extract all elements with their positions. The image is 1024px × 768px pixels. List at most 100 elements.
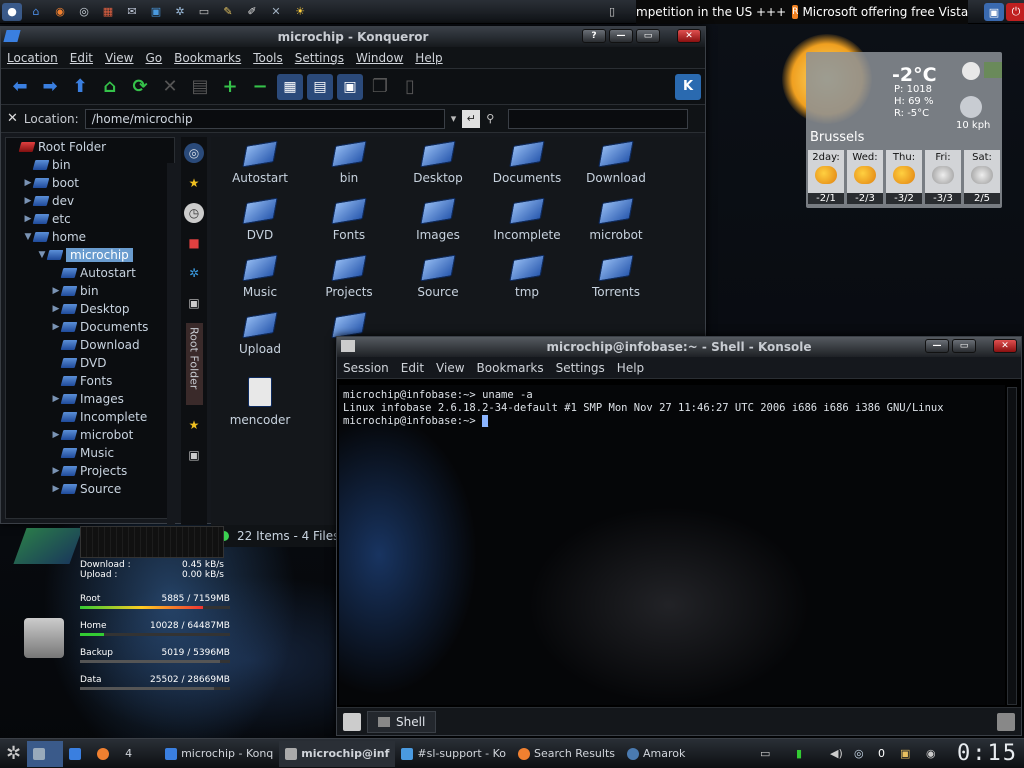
desktop-2-button[interactable]	[63, 741, 91, 767]
file-icon-item[interactable]: Upload	[215, 308, 305, 356]
desktop-1-button[interactable]	[27, 740, 64, 767]
file-icon-item[interactable]: Incomplete	[482, 194, 572, 242]
tree-item[interactable]: ▶ Images	[6, 390, 174, 408]
map-icon[interactable]	[984, 62, 1002, 78]
file-icon-item[interactable]: Autostart	[215, 137, 305, 185]
history-tab-icon[interactable]: ◷	[184, 203, 204, 223]
location-input[interactable]: /home/microchip	[84, 108, 445, 129]
task-konsole[interactable]: microchip@inf	[279, 740, 396, 767]
menu-go[interactable]: Go	[140, 51, 169, 65]
file-icon-item[interactable]: bin	[304, 137, 394, 185]
find-icon[interactable]: ⚲	[486, 112, 494, 125]
new-session-icon[interactable]	[343, 712, 361, 731]
terminal-scrollbar[interactable]	[1007, 387, 1017, 705]
menu-edit[interactable]: Edit	[395, 361, 430, 375]
bookmarks-tab-icon[interactable]: ◎	[184, 143, 204, 163]
tree-item[interactable]: DVD	[6, 354, 174, 372]
tab-shell[interactable]: Shell	[367, 710, 437, 733]
kmenu-icon[interactable]: ●	[2, 2, 22, 21]
go-icon[interactable]: ↵	[462, 109, 481, 128]
tree-item[interactable]: ▶ Projects	[6, 462, 174, 480]
clipboard-icon[interactable]: ▯	[602, 3, 622, 21]
firefox-launcher[interactable]	[91, 741, 119, 767]
menu-edit[interactable]: Edit	[64, 51, 99, 65]
logout-icon[interactable]: ⏻	[1006, 3, 1024, 21]
services-tab-icon[interactable]: ▣	[184, 293, 204, 313]
file-icon-item[interactable]: Source	[393, 251, 483, 299]
mail-icon[interactable]: ✉	[122, 3, 142, 21]
paint-icon[interactable]: ✎	[218, 3, 238, 21]
menu-bookmarks[interactable]: Bookmarks	[168, 51, 247, 65]
menu-help[interactable]: Help	[409, 51, 448, 65]
tree-item[interactable]: Root Folder	[6, 138, 174, 156]
forward-icon[interactable]: ➡	[37, 74, 63, 100]
maximize-button[interactable]: ▭	[636, 29, 660, 43]
file-icon-item[interactable]: Documents	[482, 137, 572, 185]
konsole-titlebar[interactable]: microchip@infobase:~ - Shell - Konsole —…	[337, 337, 1021, 357]
home-folder-tab-icon[interactable]: ■	[184, 233, 204, 253]
menu-window[interactable]: Window	[350, 51, 409, 65]
network-icon[interactable]: ✲	[170, 3, 190, 21]
window-menu-icon[interactable]	[341, 340, 355, 352]
help-button[interactable]: ?	[582, 29, 606, 43]
lock-icon[interactable]: ▣	[984, 3, 1004, 21]
copy-icon[interactable]: ❐	[367, 74, 393, 100]
back-icon[interactable]: ⬅	[7, 74, 33, 100]
tree-scrollbar[interactable]	[167, 163, 175, 525]
tree-item[interactable]: ▶ dev	[6, 192, 174, 210]
network-tab-icon[interactable]: ✲	[184, 263, 204, 283]
paste-icon[interactable]: ▯	[397, 74, 423, 100]
menu-help[interactable]: Help	[611, 361, 650, 375]
tree-item[interactable]: Incomplete	[6, 408, 174, 426]
find-input[interactable]	[508, 108, 689, 129]
menu-bookmarks[interactable]: Bookmarks	[471, 361, 550, 375]
task-konversation[interactable]: #sl-support - Ko	[395, 741, 512, 767]
weather-icon[interactable]: ☀	[290, 3, 310, 21]
zoom-in-icon[interactable]: +	[217, 74, 243, 100]
reload-icon[interactable]: ⟳	[127, 74, 153, 100]
close-session-icon[interactable]	[997, 712, 1015, 731]
file-icon-item[interactable]: microbot	[571, 194, 661, 242]
window-menu-icon[interactable]	[3, 30, 21, 42]
chat-icon[interactable]: ▣	[146, 3, 166, 21]
minimize-button[interactable]: —	[925, 339, 949, 353]
tree-item[interactable]: Fonts	[6, 372, 174, 390]
minimize-button[interactable]: —	[609, 29, 633, 43]
home-icon[interactable]: ⌂	[97, 74, 123, 100]
tree-item[interactable]: bin	[6, 156, 174, 174]
tree-item[interactable]: Autostart	[6, 264, 174, 282]
file-icon-item[interactable]: Desktop	[393, 137, 483, 185]
clipboard-icon[interactable]: ▣	[894, 741, 916, 767]
tree-item[interactable]: Download	[6, 336, 174, 354]
stop-icon[interactable]: ✕	[157, 74, 183, 100]
file-icon-item[interactable]: Fonts	[304, 194, 394, 242]
network-icon[interactable]: ◎	[848, 741, 870, 767]
star-tab-icon[interactable]: ★	[184, 415, 204, 435]
menu-location[interactable]: Location	[1, 51, 64, 65]
file-icon-item[interactable]: Download	[571, 137, 661, 185]
tree-item[interactable]: ▶ Documents	[6, 318, 174, 336]
terminal-output[interactable]: microchip@infobase:~> uname -a Linux info…	[339, 385, 1005, 705]
task-amarok[interactable]: Amarok	[621, 741, 691, 767]
tree-item[interactable]: ▼ microchip	[6, 246, 174, 264]
tree-item[interactable]: ▶ Desktop	[6, 300, 174, 318]
menu-view[interactable]: View	[99, 51, 139, 65]
file-icon-item[interactable]: Projects	[304, 251, 394, 299]
globe-icon[interactable]: ◎	[74, 3, 94, 21]
konqueror-titlebar[interactable]: microchip - Konqueror ? — ▭ ✕	[1, 27, 705, 47]
menu-settings[interactable]: Settings	[550, 361, 611, 375]
maximize-button[interactable]: ▭	[952, 339, 976, 353]
menu-session[interactable]: Session	[337, 361, 395, 375]
tree-item[interactable]: ▶ Source	[6, 480, 174, 498]
menu-view[interactable]: View	[430, 361, 470, 375]
tree-item[interactable]: ▶ bin	[6, 282, 174, 300]
close-button[interactable]: ✕	[677, 29, 701, 43]
close-button[interactable]: ✕	[993, 339, 1017, 353]
tree-item[interactable]: ▶ microbot	[6, 426, 174, 444]
home-icon[interactable]: ⌂	[26, 3, 46, 21]
icon-view-icon[interactable]: ▦	[277, 73, 303, 100]
clear-location-icon[interactable]: ✕	[7, 111, 18, 126]
power-icon[interactable]: ◉	[920, 741, 942, 767]
task-firefox[interactable]: Search Results	[512, 741, 621, 767]
tree-view-icon[interactable]: ▣	[337, 73, 363, 100]
